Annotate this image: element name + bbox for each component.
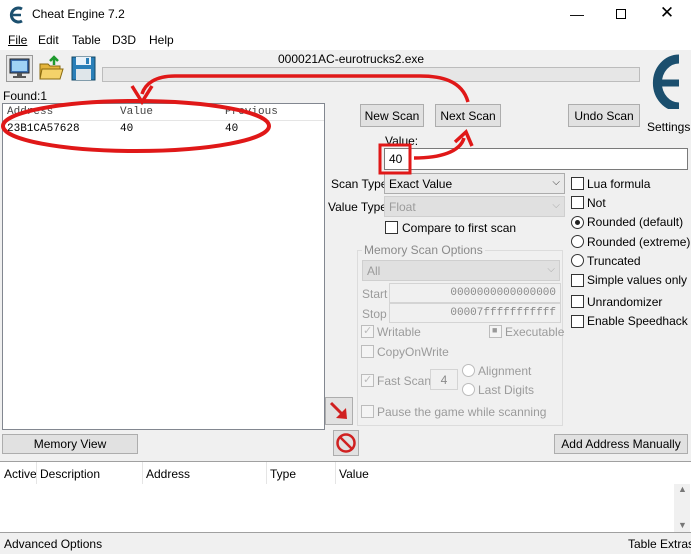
annotation-value-box xyxy=(378,143,412,175)
annotation-overlay xyxy=(1,74,474,175)
annotation-top-arrow xyxy=(140,74,470,103)
annotation-result-ellipse xyxy=(1,99,271,153)
